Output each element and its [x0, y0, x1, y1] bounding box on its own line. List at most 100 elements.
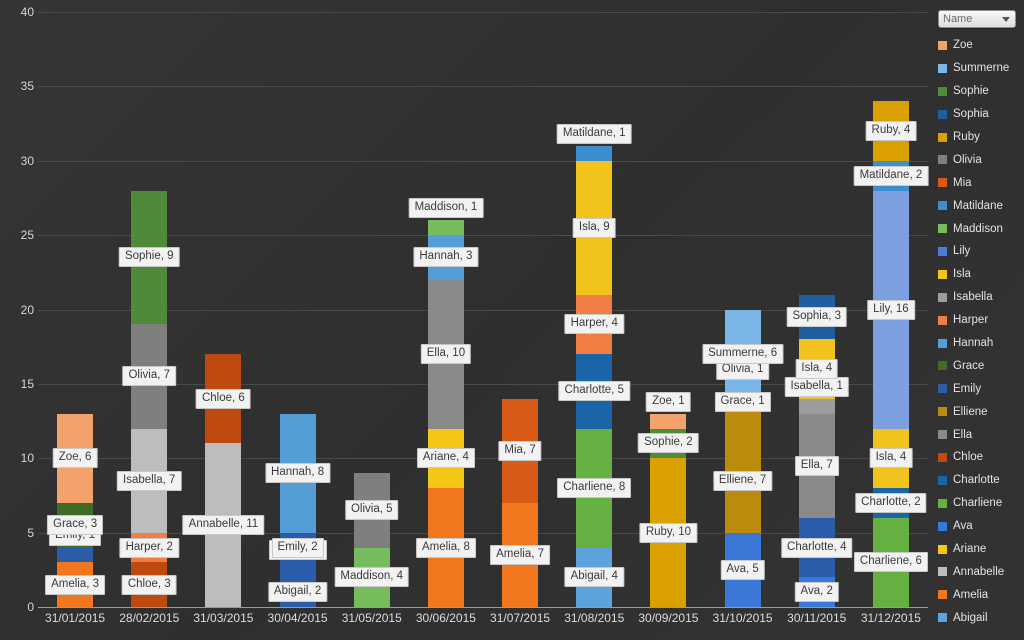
bar-column[interactable]: Annabelle, 11 Chloe, 6: [182, 354, 265, 607]
bar-column[interactable]: Chloe, 3 Harper, 2 Isabella, 7 Olivia, 7 Sop…: [117, 190, 182, 607]
bar-column[interactable]: Amelia, 3 Emily, 1Grace, 3 Zoe, 6: [45, 413, 106, 607]
bar-segment[interactable]: Matildane, 2: [853, 160, 929, 191]
bar-segment[interactable]: Mia, 7: [498, 398, 542, 503]
bar-segment-label: Lily, 16: [867, 299, 915, 320]
bar-segment[interactable]: Charlotte, 2: [855, 488, 927, 518]
legend-item[interactable]: Olivia: [938, 148, 1024, 171]
legend-item[interactable]: Charliene: [938, 492, 1024, 515]
legend-item[interactable]: Ava: [938, 515, 1024, 538]
legend-color-swatch: [938, 63, 947, 73]
legend-item[interactable]: Abigail: [938, 606, 1024, 629]
legend-item[interactable]: Emily: [938, 377, 1024, 400]
bar-segment[interactable]: Sophie, 2: [638, 428, 699, 459]
bar-segment[interactable]: Grace, 1: [714, 391, 771, 429]
bar-segment[interactable]: Hannah, 8: [265, 413, 331, 533]
legend-item[interactable]: Ruby: [938, 126, 1024, 149]
legend-item[interactable]: Summerne: [938, 57, 1024, 80]
legend-color-swatch: [938, 407, 947, 417]
bar-segment[interactable]: Amelia, 8: [415, 488, 476, 607]
bar-segment[interactable]: Charlotte, 5: [558, 354, 630, 429]
bar-segment[interactable]: Emily, 1: [49, 525, 102, 563]
legend-item[interactable]: Isabella: [938, 286, 1024, 309]
bar-segment[interactable]: Amelia, 7: [490, 502, 551, 607]
legend-panel: Name Zoe Summerne Sophie Sophia Ruby Olivia Mi…: [932, 0, 1024, 640]
bar-segment[interactable]: Ava, 5: [720, 532, 765, 607]
bar-segment[interactable]: Maddison, 4: [334, 547, 410, 607]
bar-segment[interactable]: Chloe, 6: [195, 354, 251, 444]
bar-segment[interactable]: Olivia, 5: [344, 473, 399, 548]
bar-segment[interactable]: Sophie, 9: [118, 190, 180, 325]
bar-segment-label: Elliene, 7: [712, 470, 773, 491]
bar-column[interactable]: Amelia, 8 Ariane, 4 Ella, 10 Hannah, 3 Maddi…: [408, 198, 484, 607]
bar-column[interactable]: Abigail, 2 Ariane, 1Emily, 2 Hannah, 8: [265, 413, 331, 607]
legend-item[interactable]: Matildane: [938, 194, 1024, 217]
legend-color-swatch: [938, 567, 947, 577]
bar-segment[interactable]: Annabelle, 11: [182, 443, 265, 607]
name-filter-dropdown[interactable]: Name: [938, 10, 1016, 28]
bar-segment[interactable]: Elliene, 7: [712, 428, 773, 533]
bar-segment[interactable]: Ruby, 4: [865, 101, 917, 161]
bar-segment[interactable]: Sophia, 3: [786, 294, 848, 340]
legend-item[interactable]: Annabelle: [938, 560, 1024, 583]
legend-item[interactable]: Maddison: [938, 217, 1024, 240]
legend-item[interactable]: Isla: [938, 263, 1024, 286]
bar-column[interactable]: Maddison, 4 Olivia, 5: [334, 473, 410, 607]
bar-segment[interactable]: Ella, 10: [420, 279, 472, 429]
bar-segment[interactable]: Ariane, 1: [268, 540, 327, 578]
legend-item[interactable]: Mia: [938, 171, 1024, 194]
bar-segment[interactable]: Abigail, 4: [564, 547, 624, 607]
bar-segment[interactable]: Ariane, 4: [416, 428, 475, 488]
legend-item[interactable]: Lily: [938, 240, 1024, 263]
legend-color-swatch: [938, 155, 947, 165]
bar-segment-label: Charliene, 6: [853, 552, 928, 573]
bar-segment-label: Amelia, 8: [415, 537, 476, 558]
legend-item[interactable]: Amelia: [938, 583, 1024, 606]
x-axis-tick-label: 31/05/2015: [341, 611, 402, 625]
bar-segment[interactable]: Lily, 16: [867, 190, 915, 429]
bar-segment[interactable]: Hannah, 3: [413, 235, 479, 280]
bar-segment[interactable]: Ella, 7: [794, 413, 839, 518]
bar-segment-label: Grace, 3: [47, 515, 104, 536]
x-axis-tick-label: 30/09/2015: [638, 611, 699, 625]
bar-segment-label: Mia, 7: [498, 440, 542, 461]
bar-segment[interactable]: Summerne, 6: [702, 309, 784, 399]
bar-segment[interactable]: Maddison, 1: [408, 198, 484, 236]
legend-item[interactable]: Sophie: [938, 80, 1024, 103]
legend-item[interactable]: Harper: [938, 309, 1024, 332]
bar-segment[interactable]: Isla, 9: [572, 160, 616, 295]
bar-segment[interactable]: Isabella, 1: [784, 376, 849, 414]
legend-item[interactable]: Grace: [938, 354, 1024, 377]
legend-item[interactable]: Chloe: [938, 446, 1024, 469]
bar-segment[interactable]: Matildane, 1: [556, 123, 632, 161]
bar-segment[interactable]: Olivia, 7: [122, 324, 177, 429]
bar-segment[interactable]: Isla, 4: [869, 428, 913, 488]
legend-item[interactable]: Zoe: [938, 34, 1024, 57]
bar-segment[interactable]: Abigail, 2: [267, 577, 328, 607]
bar-segment[interactable]: Isabella, 7: [117, 428, 182, 533]
legend-item[interactable]: Elliene: [938, 400, 1024, 423]
bar-segment[interactable]: Ava, 2: [794, 577, 839, 607]
bar-segment[interactable]: Charliene, 6: [853, 517, 928, 607]
bar-column[interactable]: Ruby, 10 Sophie, 2 Zoe, 1: [638, 391, 699, 607]
bar-segment[interactable]: Harper, 4: [564, 294, 624, 355]
legend-item[interactable]: Charlotte: [938, 469, 1024, 492]
bar-segment[interactable]: Charlotte, 4: [781, 517, 853, 578]
legend-item[interactable]: Ella: [938, 423, 1024, 446]
bar-segment[interactable]: Harper, 2: [119, 532, 179, 563]
bar-column[interactable]: Amelia, 7 Mia, 7: [490, 398, 551, 607]
legend-color-swatch: [938, 521, 947, 531]
bar-segment[interactable]: Zoe, 1: [646, 391, 691, 429]
bar-column[interactable]: Abigail, 4 Charliene, 8 Charlotte, 5 Harper…: [556, 123, 632, 607]
bar-segment[interactable]: Charliene, 8: [557, 428, 632, 548]
bar-segment[interactable]: Ruby, 10: [639, 458, 697, 607]
bar-segment[interactable]: Zoe, 6: [52, 413, 98, 503]
bar-column[interactable]: Charliene, 6 Charlotte, 2 Isla, 4 Lily, 16 M…: [853, 101, 929, 607]
legend-item-label: Ariane: [953, 543, 987, 556]
bar-segment[interactable]: Chloe, 3: [121, 562, 177, 607]
bar-column[interactable]: Ava, 2 Charlotte, 4 Ella, 7 Isabella, 1 Isla…: [781, 294, 853, 607]
legend-item[interactable]: Ariane: [938, 538, 1024, 561]
bar-segment[interactable]: Amelia, 3: [45, 562, 106, 607]
legend-item[interactable]: Hannah: [938, 332, 1024, 355]
legend-item[interactable]: Sophia: [938, 103, 1024, 126]
bar-column[interactable]: Ava, 5 Elliene, 7 Grace, 1 Olivia, 1 Summern…: [702, 309, 784, 607]
